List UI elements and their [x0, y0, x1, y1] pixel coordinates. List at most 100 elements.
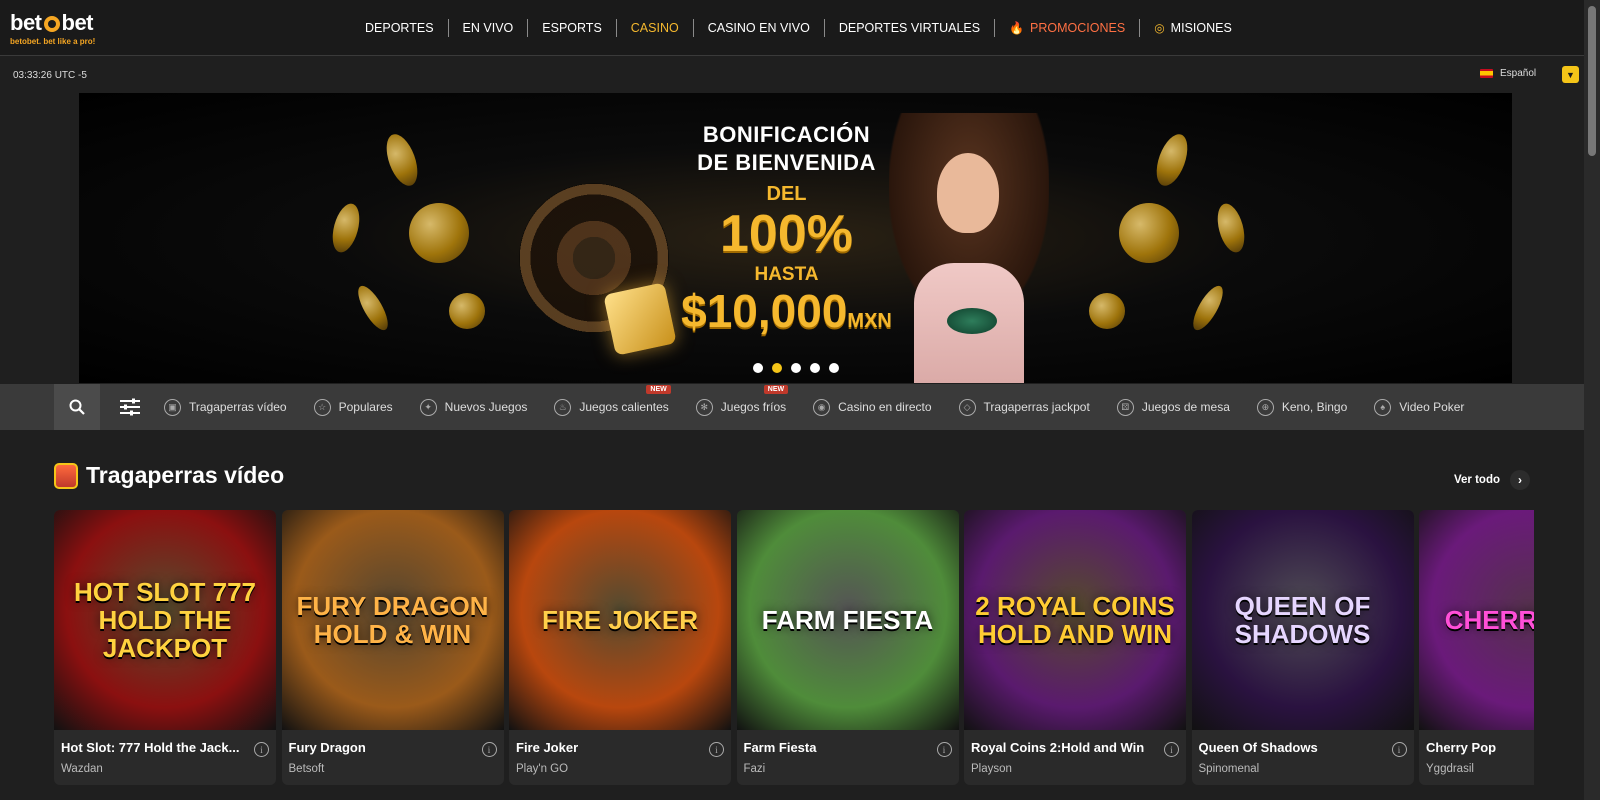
snowflake-icon: ✻ [695, 398, 713, 416]
game-card[interactable]: CHERRY POP Cherry Pop Yggdrasil [1419, 510, 1534, 785]
nav-promociones[interactable]: 🔥 PROMOCIONES [995, 19, 1141, 37]
game-card[interactable]: HOT SLOT 777 HOLD THE JACKPOT Hot Slot: 7… [54, 510, 276, 785]
category-tab-juegos-de-mesa[interactable]: ⚄ Juegos de mesa [1116, 398, 1230, 416]
banner-line-5: HASTA [754, 264, 819, 285]
page-scrollbar[interactable] [1584, 0, 1600, 800]
nav-deportes[interactable]: DEPORTES [351, 19, 449, 37]
gamepad-icon: ⊕ [1256, 398, 1274, 416]
casino-chip-icon [1089, 293, 1125, 329]
game-thumbnail[interactable]: HOT SLOT 777 HOLD THE JACKPOT [54, 510, 276, 730]
carousel-dots [753, 363, 839, 373]
category-label: Juegos fríos [720, 400, 787, 414]
betobet-logo[interactable]: bet bet betobet. bet like a pro! [10, 10, 95, 46]
language-dropdown-button[interactable]: ▼ [1562, 66, 1579, 83]
main-nav: DEPORTES EN VIVO ESPORTS CASINO CASINO EN VI… [351, 0, 1246, 56]
banner-line-3: DEL [766, 183, 807, 205]
game-art-title: QUEEN OF SHADOWS [1234, 591, 1371, 649]
scrollbar-thumb[interactable] [1588, 6, 1596, 156]
category-bar: ▣ Tragaperras vídeo ☆ Populares ✦ Nuevos Jueg… [0, 384, 1584, 430]
chevron-down-icon: ▼ [1566, 69, 1575, 80]
search-button[interactable] [54, 384, 100, 430]
info-icon[interactable]: i [481, 742, 497, 757]
info-icon[interactable]: i [254, 742, 269, 757]
carousel-dot[interactable] [810, 363, 820, 373]
category-tab-tragaperras-vídeo[interactable]: ▣ Tragaperras vídeo [164, 398, 287, 416]
category-label: Tragaperras vídeo [189, 400, 287, 414]
category-tab-casino-en-directo[interactable]: ◉ Casino en directo [813, 398, 932, 416]
banner-model-image [879, 113, 1059, 383]
nav-deportes-virtuales[interactable]: DEPORTES VIRTUALES [825, 19, 996, 37]
info-icon[interactable]: i [709, 742, 724, 757]
game-card[interactable]: FARM FIESTA Farm Fiesta Fazi i [736, 510, 959, 785]
category-tab-video-poker[interactable]: ♠ Video Poker [1374, 398, 1465, 416]
category-tab-keno-bingo[interactable]: ⊕ Keno, Bingo [1256, 398, 1348, 416]
banner-percent: 100% [720, 205, 853, 263]
category-tab-juegos-calientes[interactable]: ♨ Juegos calientes NEW [554, 384, 671, 416]
game-name: Farm Fiesta [743, 740, 817, 755]
nav-misiones[interactable]: ◎ MISIONES [1140, 19, 1246, 37]
game-provider: Playson [971, 763, 1012, 775]
top-navigation-bar: bet bet betobet. bet like a pro! DEPORTES… [0, 0, 1584, 56]
category-tab-juegos-fríos[interactable]: ✻ Juegos fríos NEW [695, 384, 789, 416]
search-icon [69, 399, 85, 415]
game-art-title: 2 ROYAL COINS HOLD AND WIN [975, 591, 1175, 649]
casino-chip-icon [380, 130, 424, 190]
game-name: Fury Dragon [288, 740, 366, 755]
game-card[interactable]: 2 ROYAL COINS HOLD AND WIN Royal Coins 2:… [964, 510, 1186, 785]
nav-casino-en-vivo[interactable]: CASINO EN VIVO [694, 19, 825, 37]
logo-ball-icon [43, 16, 60, 32]
category-tab-populares[interactable]: ☆ Populares [313, 398, 393, 416]
game-card[interactable]: QUEEN OF SHADOWS Queen Of Shadows Spinomen… [1191, 510, 1414, 785]
section-header: Tragaperras vídeo [54, 462, 284, 489]
category-label: Tragaperras jackpot [983, 400, 1090, 414]
game-card[interactable]: FURY DRAGON HOLD & WIN Fury Dragon Betsoft… [281, 510, 504, 785]
chevron-right-icon: › [1510, 470, 1531, 490]
promo-banner[interactable]: BONIFICACIÓN DE BIENVENIDA DEL 100% HAST… [79, 93, 1512, 383]
target-icon: ◎ [1154, 21, 1165, 35]
spade-icon: ♠ [1374, 398, 1392, 416]
carousel-dot[interactable] [753, 363, 763, 373]
game-name: Queen Of Shadows [1198, 740, 1318, 755]
casino-chip-icon [449, 293, 485, 329]
casino-chip-icon [1150, 130, 1194, 190]
game-art-title: CHERRY POP [1444, 605, 1534, 635]
game-art-title: FURY DRAGON HOLD & WIN [296, 591, 489, 649]
live-icon: ◉ [813, 398, 831, 416]
category-label: Video Poker [1399, 400, 1465, 414]
game-thumbnail[interactable]: CHERRY POP [1419, 510, 1534, 730]
game-thumbnail[interactable]: FARM FIESTA [736, 510, 959, 730]
logo-tagline: betobet. bet like a pro! [10, 37, 96, 46]
carousel-dot[interactable] [772, 363, 782, 373]
game-thumbnail[interactable]: QUEEN OF SHADOWS [1191, 510, 1414, 730]
language-selector[interactable]: Español [1480, 68, 1536, 79]
carousel-dot[interactable] [829, 363, 839, 373]
casino-chip-icon [327, 200, 365, 256]
category-tab-tragaperras-jackpot[interactable]: ◇ Tragaperras jackpot [958, 398, 1090, 416]
see-all-link[interactable]: Ver todo › [1454, 470, 1531, 490]
info-icon[interactable]: i [1391, 742, 1407, 757]
game-card[interactable]: FIRE JOKER Fire Joker Play'n GO i [509, 510, 731, 785]
carousel-dot[interactable] [791, 363, 801, 373]
category-label: Keno, Bingo [1281, 400, 1348, 414]
game-provider: Wazdan [61, 763, 103, 775]
info-icon[interactable]: i [1164, 742, 1179, 757]
game-art-title: HOT SLOT 777 HOLD THE JACKPOT [73, 577, 257, 663]
game-thumbnail[interactable]: 2 ROYAL COINS HOLD AND WIN [964, 510, 1186, 730]
fire-icon: ♨ [554, 398, 572, 416]
nav-casino[interactable]: CASINO [617, 19, 694, 37]
category-tab-nuevos-juegos[interactable]: ✦ Nuevos Juegos [419, 398, 527, 416]
nav-esports[interactable]: ESPORTS [528, 19, 617, 37]
welcome-bonus-text: BONIFICACIÓN DE BIENVENIDA DEL 100% HAST… [664, 121, 909, 346]
info-icon[interactable]: i [936, 742, 952, 757]
section-title: Tragaperras vídeo [86, 462, 285, 488]
game-name: Fire Joker [516, 740, 579, 755]
filter-button[interactable] [118, 397, 142, 417]
new-icon: ✦ [419, 398, 437, 416]
casino-chip-icon [1212, 200, 1250, 256]
game-thumbnail[interactable]: FURY DRAGON HOLD & WIN [281, 510, 504, 730]
nav-en-vivo[interactable]: EN VIVO [449, 19, 529, 37]
game-provider: Spinomenal [1198, 763, 1260, 775]
game-provider: Fazi [743, 763, 766, 775]
game-thumbnail[interactable]: FIRE JOKER [509, 510, 731, 730]
game-art-title: FIRE JOKER [541, 605, 699, 635]
